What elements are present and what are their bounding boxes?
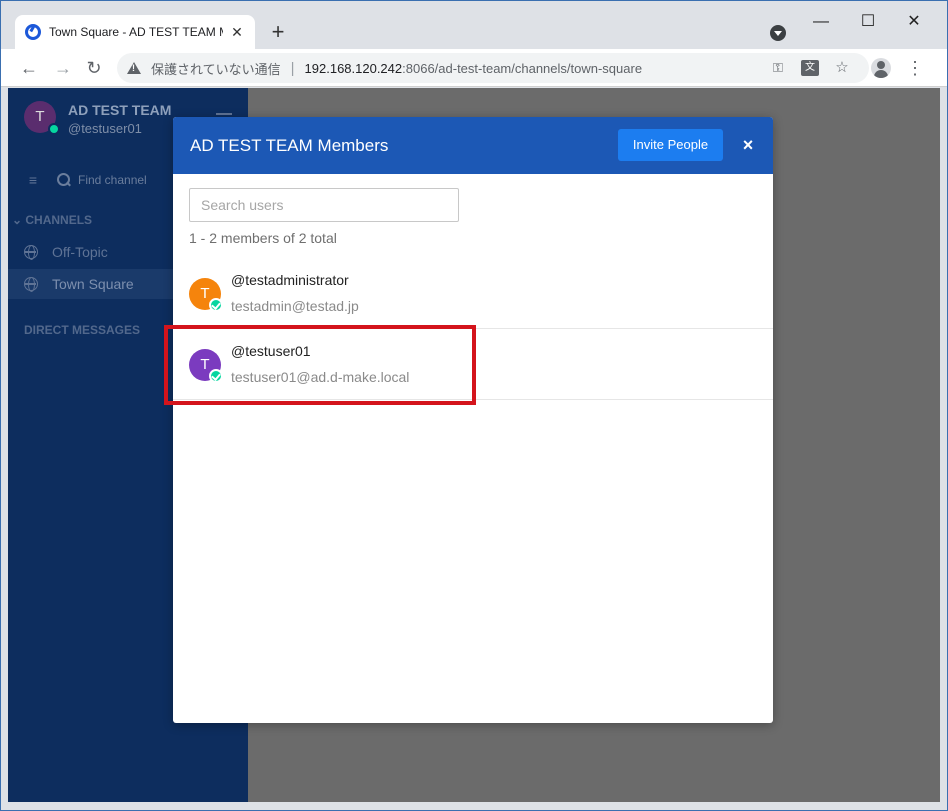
new-tab-button[interactable]: + — [267, 19, 289, 45]
key-icon[interactable]: ⚿ — [769, 60, 787, 76]
url-separator: | — [290, 59, 295, 77]
channel-label: Town Square — [52, 276, 134, 292]
member-username[interactable]: @testadministrator — [231, 272, 349, 288]
member-count: 1 - 2 members of 2 total — [189, 230, 337, 246]
mattermost-app: T AD TEST TEAM @testuser01 ≡ Find channe… — [8, 88, 940, 802]
tab-title: Town Square - AD TEST TEAM M — [49, 25, 223, 39]
warning-icon[interactable] — [127, 62, 141, 74]
close-icon[interactable]: × — [738, 135, 758, 155]
search-icon — [56, 172, 72, 188]
channel-label: Off-Topic — [52, 244, 108, 260]
url-host[interactable]: 192.168.120.242 — [305, 61, 403, 76]
browser-window: Town Square - AD TEST TEAM M ✕ + — ☐ ✕ ←… — [0, 0, 948, 811]
menu-icon[interactable]: ⋮ — [906, 57, 924, 79]
search-users-input[interactable] — [189, 188, 459, 222]
profile-icon[interactable] — [871, 58, 891, 78]
reload-icon[interactable]: ↻ — [83, 57, 105, 79]
maximize-button[interactable]: ☐ — [853, 11, 883, 33]
chevron-down-icon: ⌄ — [12, 213, 26, 227]
filter-icon[interactable]: ≡ — [24, 172, 42, 188]
tab-close-icon[interactable]: ✕ — [229, 24, 245, 41]
member-row[interactable]: T @testuser01 testuser01@ad.d-make.local — [173, 329, 773, 400]
globe-icon — [24, 277, 38, 292]
find-channel-label: Find channel — [78, 173, 147, 187]
online-status-icon — [209, 369, 223, 383]
url-path[interactable]: :8066/ad-test-team/channels/town-square — [402, 61, 642, 76]
tab-search-icon[interactable] — [770, 25, 786, 41]
online-status-icon — [209, 298, 223, 312]
direct-messages-header[interactable]: DIRECT MESSAGES — [24, 323, 140, 337]
globe-icon — [24, 245, 38, 260]
forward-icon[interactable]: → — [52, 57, 74, 79]
modal-title: AD TEST TEAM Members — [190, 136, 389, 155]
mattermost-favicon-icon — [25, 24, 41, 40]
team-name[interactable]: AD TEST TEAM — [68, 102, 171, 118]
tab-strip: Town Square - AD TEST TEAM M ✕ + — ☐ ✕ — [1, 1, 947, 49]
address-bar[interactable]: 保護されていない通信 | 192.168.120.242 :8066/ad-te… — [117, 53, 869, 83]
members-modal: AD TEST TEAM Members Invite People × 1 -… — [173, 117, 773, 723]
back-icon[interactable]: ← — [18, 57, 40, 79]
member-username[interactable]: @testuser01 — [231, 343, 311, 359]
minimize-button[interactable]: — — [806, 11, 836, 33]
current-username[interactable]: @testuser01 — [68, 121, 142, 136]
browser-tab[interactable]: Town Square - AD TEST TEAM M ✕ — [15, 15, 255, 49]
translate-icon[interactable]: 文 — [801, 60, 819, 76]
online-status-icon — [48, 123, 60, 135]
modal-header: AD TEST TEAM Members Invite People × — [173, 117, 773, 174]
member-email: testuser01@ad.d-make.local — [231, 369, 410, 385]
browser-toolbar: ← → ↻ 保護されていない通信 | 192.168.120.242 :8066… — [1, 49, 947, 87]
member-email: testadmin@testad.jp — [231, 298, 359, 314]
star-icon[interactable]: ☆ — [833, 60, 851, 76]
channels-section-header[interactable]: ⌄ CHANNELS — [12, 213, 92, 227]
team-menu-icon[interactable] — [216, 113, 232, 115]
member-row[interactable]: T @testadministrator testadmin@testad.jp — [173, 258, 773, 329]
close-window-button[interactable]: ✕ — [899, 11, 929, 33]
invite-people-button[interactable]: Invite People — [618, 129, 723, 161]
security-status[interactable]: 保護されていない通信 — [151, 59, 281, 78]
